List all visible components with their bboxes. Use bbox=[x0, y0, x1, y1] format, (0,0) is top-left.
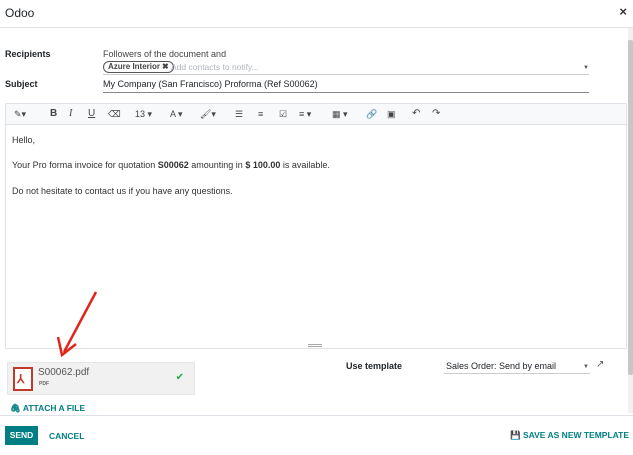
cancel-button[interactable]: CANCEL bbox=[49, 431, 84, 441]
external-link-icon[interactable]: ↗ bbox=[596, 359, 604, 370]
remove-tag-icon[interactable]: ✖ bbox=[162, 62, 169, 71]
magic-wand-icon[interactable]: ✎▾ bbox=[14, 108, 26, 120]
subject-label: Subject bbox=[5, 79, 38, 89]
template-label: Use template bbox=[346, 361, 403, 371]
align-dropdown[interactable]: ≡ ▾ bbox=[299, 108, 311, 120]
invoice-amount: $ 100.00 bbox=[245, 160, 281, 170]
invoice-line-start: Your Pro forma invoice for quotation bbox=[12, 160, 158, 170]
invoice-line-mid: amounting in bbox=[188, 160, 246, 170]
contacts-input[interactable]: Add contacts to notify... bbox=[171, 62, 259, 72]
attachment-filetype: PDF bbox=[39, 381, 49, 387]
quotation-ref: S00062 bbox=[157, 160, 189, 170]
eraser-icon[interactable]: ⌫ bbox=[108, 108, 121, 120]
recipients-text: Followers of the document and bbox=[103, 49, 227, 59]
undo-icon[interactable]: ↶ bbox=[412, 108, 420, 120]
resize-handle-line bbox=[308, 346, 322, 347]
redo-icon[interactable]: ↷ bbox=[432, 108, 440, 120]
italic-button[interactable]: I bbox=[69, 108, 72, 120]
font-color-dropdown[interactable]: A ▾ bbox=[170, 108, 183, 120]
underline-button[interactable]: U bbox=[88, 108, 95, 120]
recipient-tag-label: Azure Interior bbox=[108, 62, 161, 71]
brush-icon[interactable]: 🖌▾ bbox=[200, 108, 216, 120]
image-icon[interactable]: ▣ bbox=[387, 108, 396, 120]
footer-divider bbox=[0, 415, 633, 416]
bold-button[interactable]: B bbox=[50, 108, 57, 120]
body-greeting: Hello, bbox=[12, 135, 36, 145]
resize-handle[interactable] bbox=[308, 344, 322, 345]
invoice-line-end: is available. bbox=[280, 160, 330, 170]
dialog-title: Odoo bbox=[5, 6, 35, 20]
html-editor[interactable]: ✎▾ B I U ⌫ 13 ▾ A ▾ 🖌▾ ☰ ≡ ☑ ≡ ▾ ▦ ▾ 🔗 ▣… bbox=[5, 103, 627, 349]
link-icon[interactable]: 🔗 bbox=[366, 108, 377, 120]
checkmark-icon: ✔ bbox=[175, 372, 184, 383]
chevron-down-icon[interactable]: ▼ bbox=[583, 65, 589, 71]
attachment-filename: S00062.pdf bbox=[38, 367, 90, 378]
checklist-icon[interactable]: ☑ bbox=[279, 108, 287, 120]
mail-composer-dialog: Odoo × Recipients Followers of the docum… bbox=[0, 0, 633, 455]
send-button[interactable]: SEND bbox=[5, 426, 38, 445]
close-icon[interactable]: × bbox=[619, 4, 627, 19]
pdf-glyph: ⅄ bbox=[17, 372, 25, 386]
template-select[interactable]: Sales Order: Send by email bbox=[446, 361, 556, 371]
font-size-dropdown[interactable]: 13 ▾ bbox=[135, 108, 152, 120]
subject-underline bbox=[103, 92, 589, 93]
body-closing: Do not hesitate to contact us if you hav… bbox=[12, 186, 233, 196]
body-invoice-line: Your Pro forma invoice for quotation S00… bbox=[12, 160, 330, 170]
pdf-file-icon: ⅄ bbox=[13, 367, 33, 391]
attach-file-button[interactable]: 🖇 ATTACH A FILE bbox=[10, 403, 85, 414]
recipients-label: Recipients bbox=[5, 49, 51, 59]
subject-input[interactable]: My Company (San Francisco) Proforma (Ref… bbox=[103, 79, 318, 89]
bullet-list-icon[interactable]: ☰ bbox=[235, 108, 243, 120]
attachment-card[interactable]: ⅄ S00062.pdf PDF ✔ bbox=[7, 362, 195, 395]
editor-toolbar: ✎▾ B I U ⌫ 13 ▾ A ▾ 🖌▾ ☰ ≡ ☑ ≡ ▾ ▦ ▾ 🔗 ▣… bbox=[6, 104, 626, 125]
table-dropdown[interactable]: ▦ ▾ bbox=[332, 108, 348, 120]
chevron-down-icon[interactable]: ▼ bbox=[583, 364, 589, 370]
dialog-header: Odoo × bbox=[0, 0, 633, 28]
recipient-tag[interactable]: Azure Interior ✖ bbox=[103, 61, 174, 73]
scrollbar-thumb[interactable] bbox=[628, 40, 633, 375]
template-underline bbox=[444, 373, 590, 374]
numbered-list-icon[interactable]: ≡ bbox=[258, 108, 263, 120]
recipients-underline bbox=[103, 74, 589, 75]
save-as-template-button[interactable]: 💾 SAVE AS NEW TEMPLATE bbox=[510, 430, 629, 441]
